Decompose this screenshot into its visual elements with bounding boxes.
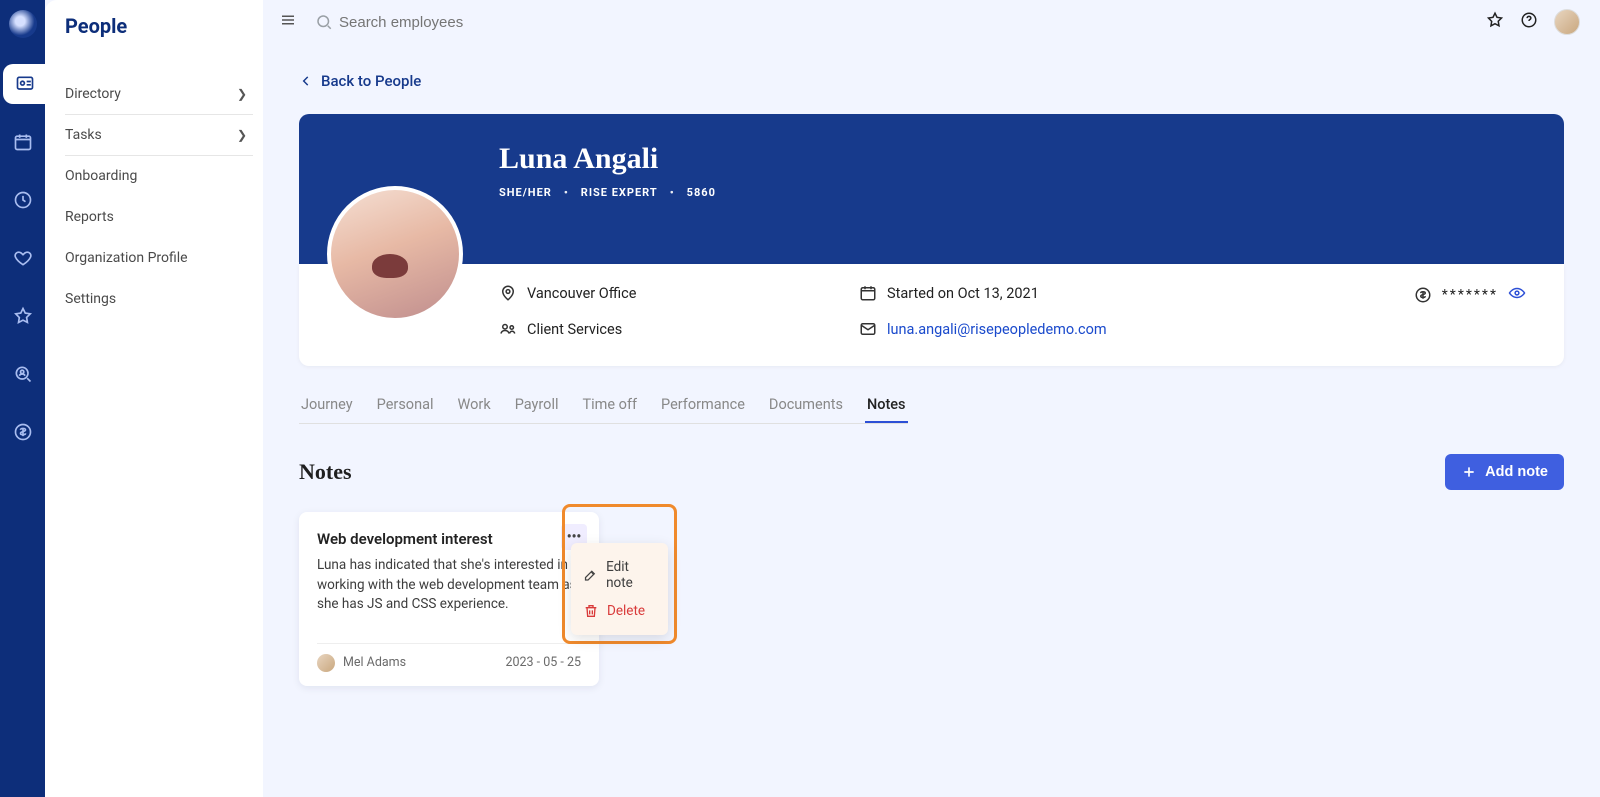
chevron-right-icon: ❯ <box>237 128 247 142</box>
sidebar-item-label: Onboarding <box>65 168 137 184</box>
sidebar-item-label: Directory <box>65 86 121 102</box>
profile-department: Client Services <box>499 320 799 338</box>
sidebar-item-onboarding[interactable]: Onboarding <box>65 156 253 197</box>
sidebar-item-org-profile[interactable]: Organization Profile <box>65 238 253 279</box>
note-date: 2023 - 05 - 25 <box>505 655 581 670</box>
tab-journey[interactable]: Journey <box>299 390 355 423</box>
delete-note-item[interactable]: Delete <box>581 597 658 625</box>
topbar-star-icon[interactable] <box>1486 11 1504 33</box>
team-icon <box>499 320 517 338</box>
search-icon <box>315 13 333 31</box>
rail-clock-icon[interactable] <box>3 180 43 220</box>
rail-dollar-icon[interactable] <box>3 412 43 452</box>
sidebar-item-label: Tasks <box>65 127 102 143</box>
profile-info-row: Vancouver Office Client Services Started… <box>299 264 1564 366</box>
note-context-menu: Edit note Delete <box>571 543 668 635</box>
notes-heading: Notes <box>299 459 352 485</box>
note-card: Web development interest ••• Luna has in… <box>299 512 599 686</box>
sidebar-item-reports[interactable]: Reports <box>65 197 253 238</box>
profile-photo <box>327 186 463 322</box>
calendar-icon <box>859 284 877 302</box>
topbar-help-icon[interactable] <box>1520 11 1538 33</box>
sidebar-item-directory[interactable]: Directory ❯ <box>65 74 253 115</box>
email-icon <box>859 320 877 338</box>
sidebar-item-tasks[interactable]: Tasks ❯ <box>65 115 253 156</box>
note-footer: Mel Adams 2023 - 05 - 25 <box>317 643 581 672</box>
rail-heart-icon[interactable] <box>3 238 43 278</box>
profile-name: Luna Angali <box>499 142 1564 176</box>
reveal-salary-icon[interactable] <box>1508 284 1526 306</box>
profile-tabs: Journey Personal Work Payroll Time off P… <box>299 390 908 424</box>
main-area: Back to People Luna Angali SHE/HER • RIS… <box>263 0 1600 797</box>
trash-icon <box>583 603 599 619</box>
sidebar-item-label: Settings <box>65 291 116 307</box>
sidebar-item-label: Organization Profile <box>65 250 188 266</box>
rail-calendar-icon[interactable] <box>3 122 43 162</box>
location-icon <box>499 284 517 302</box>
rail-people-icon[interactable] <box>3 64 48 104</box>
sidebar-title: People <box>65 14 253 38</box>
profile-salary: ******* <box>1414 284 1526 306</box>
tab-documents[interactable]: Documents <box>767 390 845 423</box>
search-field[interactable] <box>315 13 1474 31</box>
backlink-label: Back to People <box>321 72 421 90</box>
tab-notes[interactable]: Notes <box>865 390 908 423</box>
profile-pronouns: SHE/HER <box>499 186 552 199</box>
tab-work[interactable]: Work <box>456 390 493 423</box>
plus-icon <box>1461 464 1477 480</box>
profile-id: 5860 <box>687 186 716 199</box>
icon-rail <box>0 0 45 797</box>
topbar-avatar[interactable] <box>1554 9 1580 35</box>
chevron-left-icon <box>299 74 313 88</box>
tab-personal[interactable]: Personal <box>375 390 436 423</box>
back-to-people-link[interactable]: Back to People <box>299 72 421 90</box>
edit-note-item[interactable]: Edit note <box>581 553 658 597</box>
app-logo[interactable] <box>9 10 37 38</box>
profile-meta: SHE/HER • RISE EXPERT • 5860 <box>499 186 1564 199</box>
author-avatar <box>317 654 335 672</box>
tab-payroll[interactable]: Payroll <box>513 390 561 423</box>
sidebar-item-label: Reports <box>65 209 114 225</box>
tab-performance[interactable]: Performance <box>659 390 747 423</box>
notes-header: Notes Add note <box>299 454 1564 490</box>
rail-star-icon[interactable] <box>3 296 43 336</box>
sidebar-item-settings[interactable]: Settings <box>65 279 253 320</box>
dollar-icon <box>1414 286 1432 304</box>
note-author: Mel Adams <box>317 654 406 672</box>
profile-role: RISE EXPERT <box>581 186 658 199</box>
chevron-right-icon: ❯ <box>237 87 247 101</box>
tab-timeoff[interactable]: Time off <box>581 390 640 423</box>
note-body: Luna has indicated that she's interested… <box>317 556 581 615</box>
profile-banner: Luna Angali SHE/HER • RISE EXPERT • 5860 <box>299 114 1564 264</box>
add-note-button[interactable]: Add note <box>1445 454 1564 490</box>
content: Back to People Luna Angali SHE/HER • RIS… <box>263 44 1600 716</box>
edit-icon <box>583 567 598 583</box>
rail-search-person-icon[interactable] <box>3 354 43 394</box>
note-title: Web development interest <box>317 530 581 548</box>
hamburger-icon[interactable] <box>273 5 303 39</box>
topbar <box>263 0 1600 44</box>
sidebar: People Directory ❯ Tasks ❯ Onboarding Re… <box>45 0 263 797</box>
note-menu-highlight: Edit note Delete <box>562 504 677 644</box>
profile-location: Vancouver Office <box>499 284 799 302</box>
profile-email[interactable]: luna.angali@risepeopledemo.com <box>859 320 1179 338</box>
profile-start-date: Started on Oct 13, 2021 <box>859 284 1179 302</box>
search-input[interactable] <box>339 14 599 31</box>
profile-card: Luna Angali SHE/HER • RISE EXPERT • 5860… <box>299 114 1564 366</box>
